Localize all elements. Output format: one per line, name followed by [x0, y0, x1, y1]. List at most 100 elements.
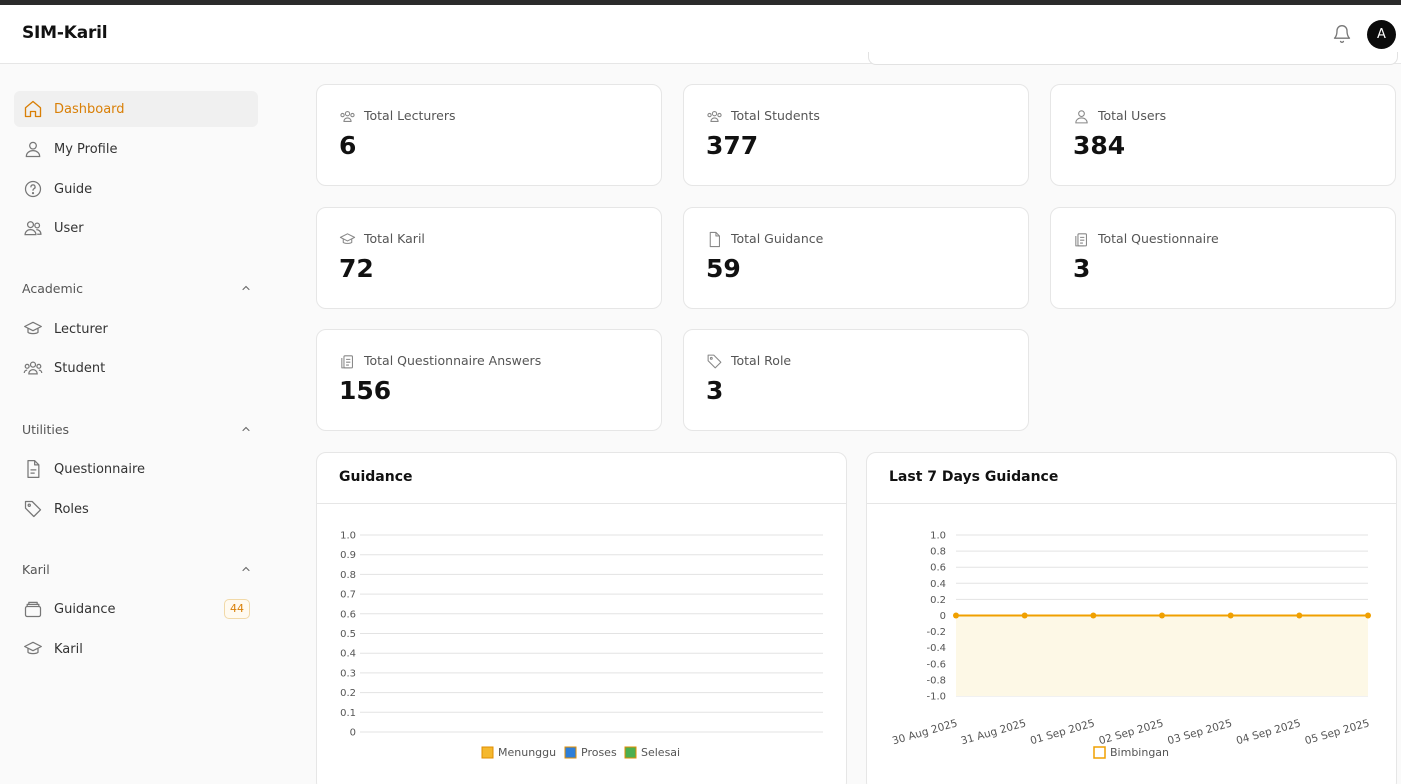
chevron-up-icon[interactable] — [240, 282, 252, 294]
clipboard-icon — [341, 355, 353, 369]
x-tick-label: 02 Sep 2025 — [1098, 717, 1165, 747]
data-point — [1365, 612, 1371, 619]
legend-label: Selesai — [641, 746, 680, 759]
sidebar-item-label: My Profile — [54, 141, 118, 157]
sidebar-item-guide[interactable]: Guide — [14, 171, 258, 207]
sidebar-section-utilities[interactable]: Utilities — [22, 419, 252, 439]
stat-label: Total Users — [1098, 108, 1167, 123]
y-tick-label: -0.6 — [926, 659, 946, 670]
sidebar-item-lecturer[interactable]: Lecturer — [14, 311, 258, 347]
stat-value: 156 — [339, 376, 392, 405]
stat-card-questionnaire: Total Questionnaire 3 — [1050, 207, 1396, 309]
sidebar-item-label: Karil — [54, 641, 83, 657]
group-icon — [23, 361, 43, 375]
y-tick-label: -0.2 — [926, 627, 946, 638]
sidebar-item-label: Questionnaire — [54, 461, 146, 477]
data-point — [1159, 612, 1165, 619]
stat-card-questionnaire-answers: Total Questionnaire Answers 156 — [316, 329, 662, 431]
y-tick-label: 0.6 — [930, 563, 946, 574]
sidebar-item-roles[interactable]: Roles — [14, 491, 258, 527]
y-tick-label: 0 — [940, 611, 946, 622]
y-tick-label: 0.4 — [930, 579, 946, 590]
stat-label: Total Questionnaire — [1098, 231, 1219, 246]
legend-swatch — [624, 746, 637, 759]
home-icon — [24, 100, 42, 118]
x-tick-label: 01 Sep 2025 — [1029, 717, 1096, 747]
user-icon — [25, 141, 41, 158]
legend-swatch — [481, 746, 494, 759]
sidebar-item-my-profile[interactable]: My Profile — [14, 131, 258, 167]
y-tick-label: 0 — [350, 728, 356, 739]
stat-value: 377 — [706, 131, 759, 160]
graduation-cap-icon — [339, 233, 356, 244]
y-tick-label: 0.3 — [340, 668, 356, 679]
y-tick-label: 0.8 — [340, 570, 356, 581]
sidebar-item-label: Guide — [54, 181, 93, 197]
y-tick-label: 1.0 — [930, 531, 946, 542]
stat-card-students: Total Students 377 — [683, 84, 1029, 186]
chevron-up-icon[interactable] — [240, 423, 252, 435]
sidebar-item-user[interactable]: User — [14, 210, 258, 246]
sidebar-item-label: Roles — [54, 501, 89, 517]
sidebar-section-academic[interactable]: Academic — [22, 278, 252, 298]
file-text-icon — [27, 460, 40, 478]
sidebar-item-label: Lecturer — [54, 321, 108, 337]
tag-icon — [24, 500, 42, 518]
stat-label: Total Role — [731, 353, 792, 368]
y-tick-label: 0.9 — [340, 550, 356, 561]
y-tick-label: 0.5 — [340, 629, 356, 640]
x-tick-label: 05 Sep 2025 — [1304, 717, 1371, 747]
users-icon — [24, 221, 42, 236]
section-label: Utilities — [22, 421, 70, 437]
count-badge: 44 — [224, 599, 250, 619]
legend-label: Bimbingan — [1110, 746, 1169, 759]
x-tick-label: 31 Aug 2025 — [960, 717, 1028, 747]
y-tick-label: 1.0 — [340, 531, 356, 542]
stat-label: Total Karil — [364, 231, 425, 246]
chart-title: Guidance — [339, 469, 413, 485]
avatar[interactable]: A — [1367, 20, 1396, 49]
stat-label: Total Lecturers — [364, 108, 456, 123]
app-brand[interactable]: SIM-Karil — [22, 23, 108, 43]
y-tick-label: 0.2 — [340, 688, 356, 699]
tag-icon — [707, 354, 722, 369]
y-tick-label: 0.6 — [340, 609, 356, 620]
legend-label: Proses — [581, 746, 617, 759]
bell-icon[interactable] — [1332, 24, 1352, 44]
last7-chart-panel: Last 7 Days Guidance 1.0 0.8 0.6 0.4 0.2 0 -0.… — [866, 452, 1397, 784]
chart-title: Last 7 Days Guidance — [889, 469, 1059, 485]
graduation-cap-icon — [24, 321, 42, 335]
stat-label: Total Students — [731, 108, 820, 123]
users-icon — [340, 111, 355, 122]
area-fill — [956, 615, 1368, 696]
y-tick-label: -0.4 — [926, 643, 946, 654]
scrolled-card-edge — [868, 52, 1398, 65]
chevron-up-icon[interactable] — [240, 563, 252, 575]
sidebar-item-guidance[interactable]: Guidance 44 — [14, 591, 258, 627]
guidance-bar-chart: 1.0 0.9 0.8 0.7 0.6 0.5 0.4 0.3 0.2 0.1 0 Menunggu P… — [340, 531, 823, 759]
sidebar-item-dashboard[interactable]: Dashboard — [14, 91, 258, 127]
sidebar-item-label: User — [54, 220, 84, 236]
y-tick-label: -1.0 — [926, 692, 946, 703]
sidebar-item-karil[interactable]: Karil — [14, 631, 258, 667]
last7-line-chart: 1.0 0.8 0.6 0.4 0.2 0 -0.2 -0.4 -0.6 -0.8 -1.0 30 A… — [891, 531, 1371, 759]
stat-value: 59 — [706, 254, 741, 283]
stat-card-karil: Total Karil 72 — [316, 207, 662, 309]
sidebar-item-questionnaire[interactable]: Questionnaire — [14, 451, 258, 487]
guidance-chart-panel: Guidance 1.0 0.9 0.8 0.7 0.6 0.5 0.4 0.3 0.2 0.1 0… — [316, 452, 847, 784]
stat-value: 3 — [1073, 254, 1091, 283]
users-icon — [707, 111, 722, 122]
sidebar-item-student[interactable]: Student — [14, 350, 258, 386]
section-label: Academic — [22, 280, 84, 296]
x-tick-label: 30 Aug 2025 — [891, 717, 959, 747]
sidebar-section-karil[interactable]: Karil — [22, 559, 252, 579]
stat-label: Total Guidance — [731, 231, 824, 246]
legend-label: Menunggu — [498, 746, 556, 759]
sidebar: Dashboard My Profile Guide User Academic… — [0, 64, 275, 784]
graduation-cap-icon — [24, 641, 42, 655]
layers-icon — [24, 601, 42, 618]
user-icon — [1075, 110, 1088, 124]
y-tick-label: 0.1 — [340, 708, 356, 719]
stat-card-role: Total Role 3 — [683, 329, 1029, 431]
x-tick-label: 04 Sep 2025 — [1235, 717, 1302, 747]
